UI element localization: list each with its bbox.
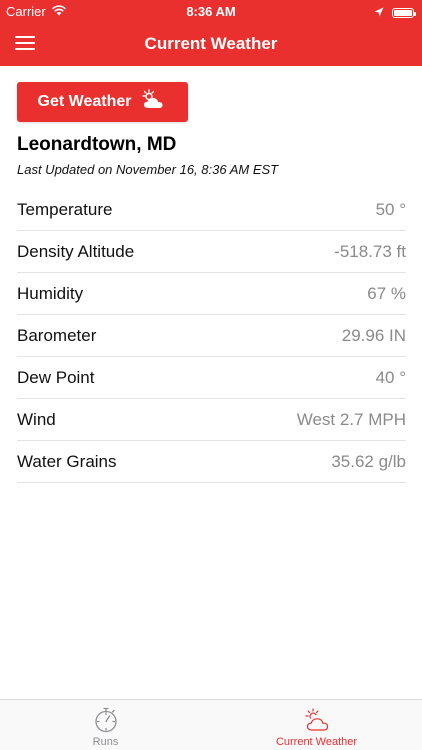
tab-runs-label: Runs <box>92 736 119 748</box>
weather-list: Temperature 50 ° Density Altitude -518.7… <box>17 189 406 483</box>
weather-row-density-altitude: Density Altitude -518.73 ft <box>17 231 406 273</box>
tab-bar: Runs Current Weather <box>0 699 422 750</box>
weather-row-wind: Wind West 2.7 MPH <box>17 399 406 441</box>
stopwatch-icon <box>92 707 120 733</box>
status-right <box>374 5 416 20</box>
row-value: 67 % <box>367 283 406 303</box>
page-title: Current Weather <box>144 34 278 53</box>
last-updated-text: Last Updated on November 16, 8:36 AM EST <box>17 162 279 177</box>
row-label: Barometer <box>17 325 97 345</box>
row-value: 35.62 g/lb <box>331 451 406 471</box>
row-label: Density Altitude <box>17 241 135 261</box>
weather-row-humidity: Humidity 67 % <box>17 273 406 315</box>
location-arrow-icon <box>374 5 384 20</box>
tab-current-weather[interactable]: Current Weather <box>211 700 422 750</box>
status-time: 8:36 AM <box>186 4 236 19</box>
row-label: Wind <box>17 409 56 429</box>
tab-current-weather-label: Current Weather <box>275 736 358 748</box>
row-label: Dew Point <box>17 367 95 387</box>
weather-row-water-grains: Water Grains 35.62 g/lb <box>17 441 406 483</box>
get-weather-button-label: Get Weather <box>37 93 132 110</box>
row-value: 50 ° <box>375 199 406 219</box>
location-name: Leonardtown, MD <box>17 134 177 155</box>
weather-row-barometer: Barometer 29.96 IN <box>17 315 406 357</box>
row-value: West 2.7 MPH <box>296 409 406 429</box>
row-label: Humidity <box>17 283 84 303</box>
get-weather-button[interactable]: Get Weather <box>17 82 188 122</box>
partly-cloudy-icon <box>303 707 331 733</box>
row-label: Water Grains <box>17 451 117 471</box>
partly-cloudy-icon <box>141 88 167 116</box>
status-bar: Carrier 8:36 AM <box>0 0 422 22</box>
weather-row-dew-point: Dew Point 40 ° <box>17 357 406 399</box>
row-value: -518.73 ft <box>334 241 406 261</box>
weather-row-temperature: Temperature 50 ° <box>17 189 406 231</box>
row-value: 29.96 IN <box>341 325 406 345</box>
nav-bar: Current Weather <box>0 22 422 66</box>
main-content: Get Weather Leonardtown, MD Last Updated… <box>17 82 406 483</box>
tab-runs[interactable]: Runs <box>0 700 211 750</box>
battery-icon <box>392 7 416 18</box>
row-label: Temperature <box>17 199 113 219</box>
app-header: Carrier 8:36 AM Current Weather <box>0 0 422 66</box>
row-value: 40 ° <box>375 367 406 387</box>
